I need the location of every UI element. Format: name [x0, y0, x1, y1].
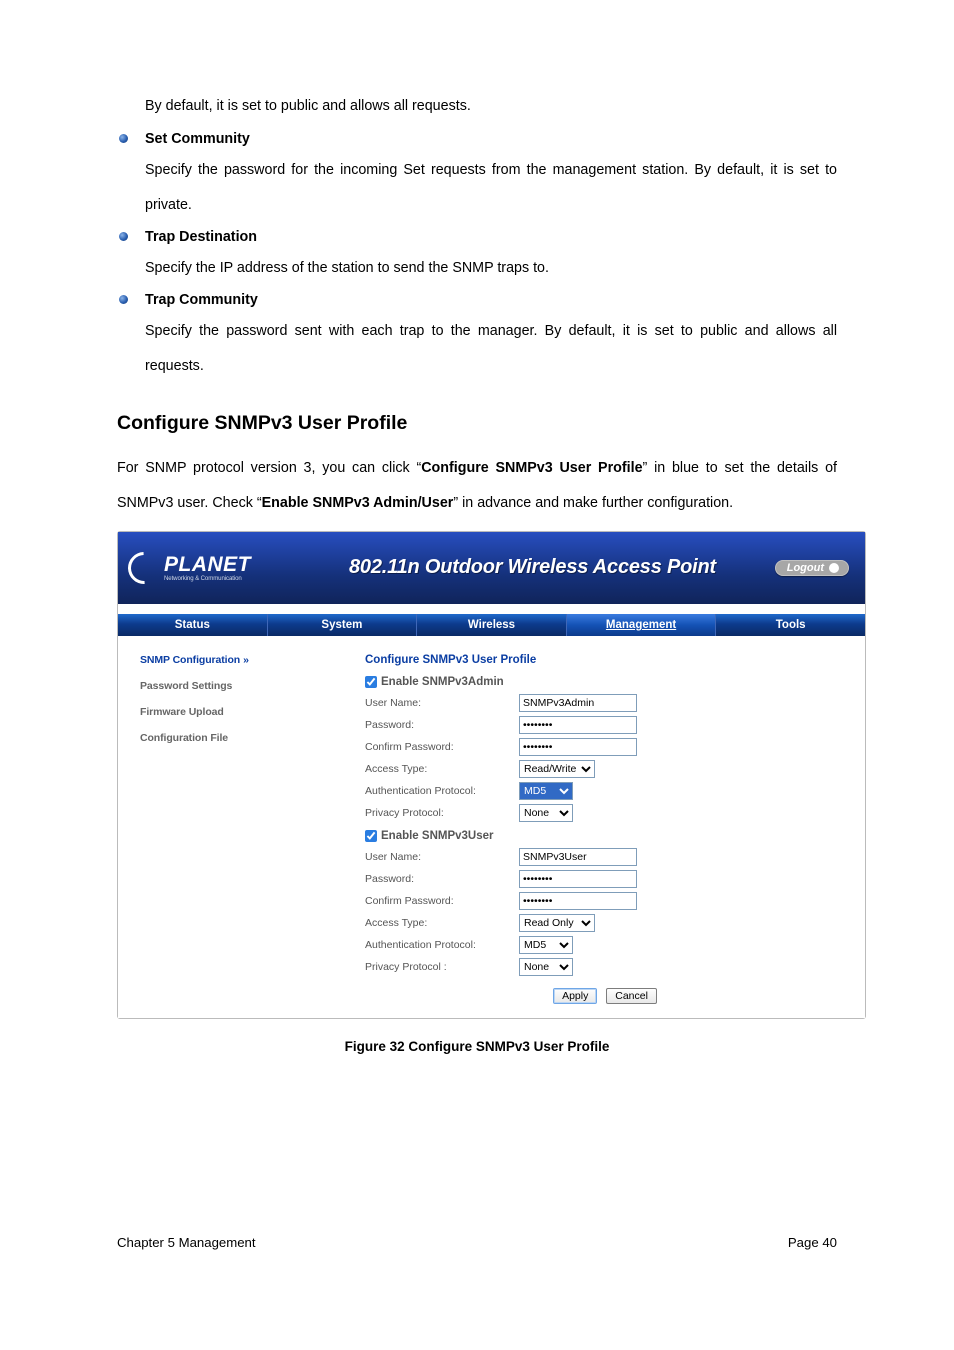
admin-confirm-input[interactable]: [519, 738, 637, 756]
user-username-input[interactable]: [519, 848, 637, 866]
sidebar-item-firmware-upload[interactable]: Firmware Upload: [140, 706, 315, 718]
sidebar-item-configuration-file[interactable]: Configuration File: [140, 732, 315, 744]
user-password-label: Password:: [365, 873, 515, 885]
user-auth-select[interactable]: MD5: [519, 936, 573, 954]
user-priv-select[interactable]: None: [519, 958, 573, 976]
enable-snmpv3-admin-row: Enable SNMPv3Admin: [365, 676, 845, 688]
user-priv-label: Privacy Protocol :: [365, 961, 515, 973]
bullet-desc: Specify the password sent with each trap…: [145, 314, 837, 384]
enable-snmpv3-user-checkbox[interactable]: [365, 830, 377, 842]
enable-snmpv3-admin-checkbox[interactable]: [365, 676, 377, 688]
admin-username-input[interactable]: [519, 694, 637, 712]
section-paragraph: For SNMP protocol version 3, you can cli…: [117, 451, 837, 521]
router-header: PLANET Networking & Communication 802.11…: [118, 532, 865, 604]
user-access-label: Access Type:: [365, 917, 515, 929]
admin-username-label: User Name:: [365, 697, 515, 709]
bullet-item: Trap Destination Specify the IP address …: [117, 229, 837, 286]
footer-page-number: Page 40: [788, 1235, 837, 1250]
main-nav: Status System Wireless Management Tools: [118, 614, 865, 636]
header-strip: [118, 604, 865, 614]
para-text: For SNMP protocol version 3, you can cli…: [117, 460, 421, 476]
config-area: Configure SNMPv3 User Profile Enable SNM…: [325, 636, 865, 1018]
para-bold: Enable SNMPv3 Admin/User: [262, 495, 454, 511]
user-confirm-label: Confirm Password:: [365, 895, 515, 907]
brand-subtitle: Networking & Communication: [164, 575, 251, 582]
cancel-button[interactable]: Cancel: [606, 988, 657, 1004]
bullet-title: Trap Destination: [145, 229, 257, 245]
intro-text: By default, it is set to public and allo…: [145, 90, 837, 123]
planet-swirl-icon: [121, 545, 166, 590]
section-heading: Configure SNMPv3 User Profile: [117, 412, 837, 435]
tab-tools[interactable]: Tools: [716, 614, 865, 636]
enable-snmpv3-user-row: Enable SNMPv3User: [365, 830, 845, 842]
admin-priv-select[interactable]: None: [519, 804, 573, 822]
user-confirm-input[interactable]: [519, 892, 637, 910]
sidebar-item-label: SNMP Configuration: [140, 654, 240, 666]
logout-button[interactable]: Logout: [775, 560, 849, 576]
user-auth-label: Authentication Protocol:: [365, 939, 515, 951]
admin-auth-select[interactable]: MD5: [519, 782, 573, 800]
action-button-row: Apply Cancel: [365, 988, 845, 1004]
enable-snmpv3-admin-label: Enable SNMPv3Admin: [381, 676, 504, 688]
admin-password-input[interactable]: [519, 716, 637, 734]
admin-field-grid: User Name: Password: Confirm Password: A…: [365, 694, 845, 822]
config-title-link[interactable]: Configure SNMPv3 User Profile: [365, 654, 845, 666]
brand-logo: PLANET Networking & Communication: [128, 552, 251, 584]
enable-snmpv3-user-label: Enable SNMPv3User: [381, 830, 494, 842]
router-screenshot: PLANET Networking & Communication 802.11…: [117, 531, 866, 1019]
apply-button[interactable]: Apply: [553, 988, 597, 1004]
tab-system[interactable]: System: [268, 614, 418, 636]
user-access-select[interactable]: Read Only: [519, 914, 595, 932]
admin-access-label: Access Type:: [365, 763, 515, 775]
admin-access-select[interactable]: Read/Write: [519, 760, 595, 778]
chevron-right-icon: »: [243, 654, 249, 666]
bullet-icon: [119, 232, 128, 241]
admin-priv-label: Privacy Protocol:: [365, 807, 515, 819]
logout-label: Logout: [787, 562, 824, 574]
device-title: 802.11n Outdoor Wireless Access Point: [349, 556, 716, 579]
para-text: ” in advance and make further configurat…: [453, 495, 733, 511]
tab-wireless[interactable]: Wireless: [417, 614, 567, 636]
admin-password-label: Password:: [365, 719, 515, 731]
brand-name: PLANET: [164, 553, 251, 576]
bullet-title: Trap Community: [145, 292, 258, 308]
bullet-icon: [119, 295, 128, 304]
bullet-item: Set Community Specify the password for t…: [117, 131, 837, 223]
figure-caption: Figure 32 Configure SNMPv3 User Profile: [117, 1039, 837, 1054]
power-icon: [829, 563, 839, 573]
admin-confirm-label: Confirm Password:: [365, 741, 515, 753]
para-bold: Configure SNMPv3 User Profile: [421, 460, 642, 476]
bullet-item: Trap Community Specify the password sent…: [117, 292, 837, 384]
tab-status[interactable]: Status: [118, 614, 268, 636]
bullet-icon: [119, 134, 128, 143]
user-field-grid: User Name: Password: Confirm Password: A…: [365, 848, 845, 976]
bullet-desc: Specify the IP address of the station to…: [145, 251, 837, 286]
admin-auth-label: Authentication Protocol:: [365, 785, 515, 797]
footer-chapter: Chapter 5 Management: [117, 1235, 256, 1250]
user-username-label: User Name:: [365, 851, 515, 863]
side-menu: SNMP Configuration» Password Settings Fi…: [118, 636, 325, 1018]
page-footer: Chapter 5 Management Page 40: [117, 1235, 837, 1250]
bullet-title: Set Community: [145, 131, 250, 147]
sidebar-item-password-settings[interactable]: Password Settings: [140, 680, 315, 692]
user-password-input[interactable]: [519, 870, 637, 888]
bullet-desc: Specify the password for the incoming Se…: [145, 153, 837, 223]
tab-management[interactable]: Management: [567, 614, 717, 636]
sidebar-item-snmp-configuration[interactable]: SNMP Configuration»: [140, 654, 315, 666]
